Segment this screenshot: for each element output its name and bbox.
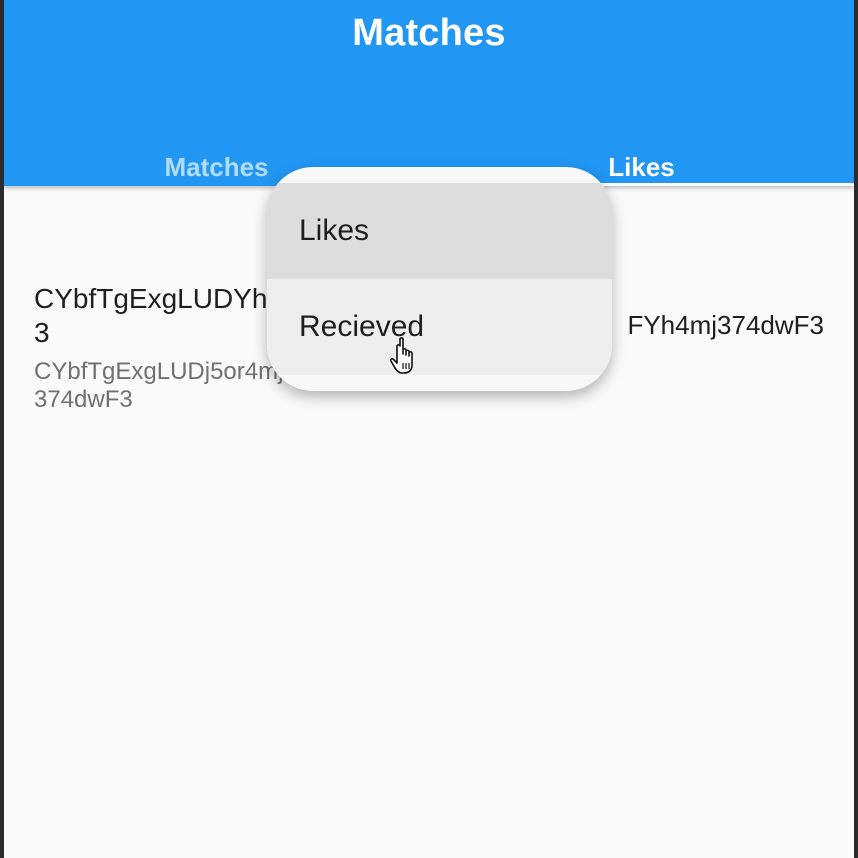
menu-item-likes[interactable]: Likes [267, 183, 612, 279]
page-title: Matches [352, 12, 506, 54]
menu-item-recieved[interactable]: Recieved [267, 279, 612, 375]
popup-menu: Likes Recieved [267, 167, 612, 391]
app-bar: Matches Matches Likes [4, 0, 854, 186]
hand-pointer-icon [390, 337, 413, 374]
app-window: Matches Matches Likes CYbfTgExgLUDYh4mj3… [4, 0, 854, 858]
list-item-subtitle: CYbfTgExgLUDj5or4mj374dwF3 [34, 358, 284, 413]
